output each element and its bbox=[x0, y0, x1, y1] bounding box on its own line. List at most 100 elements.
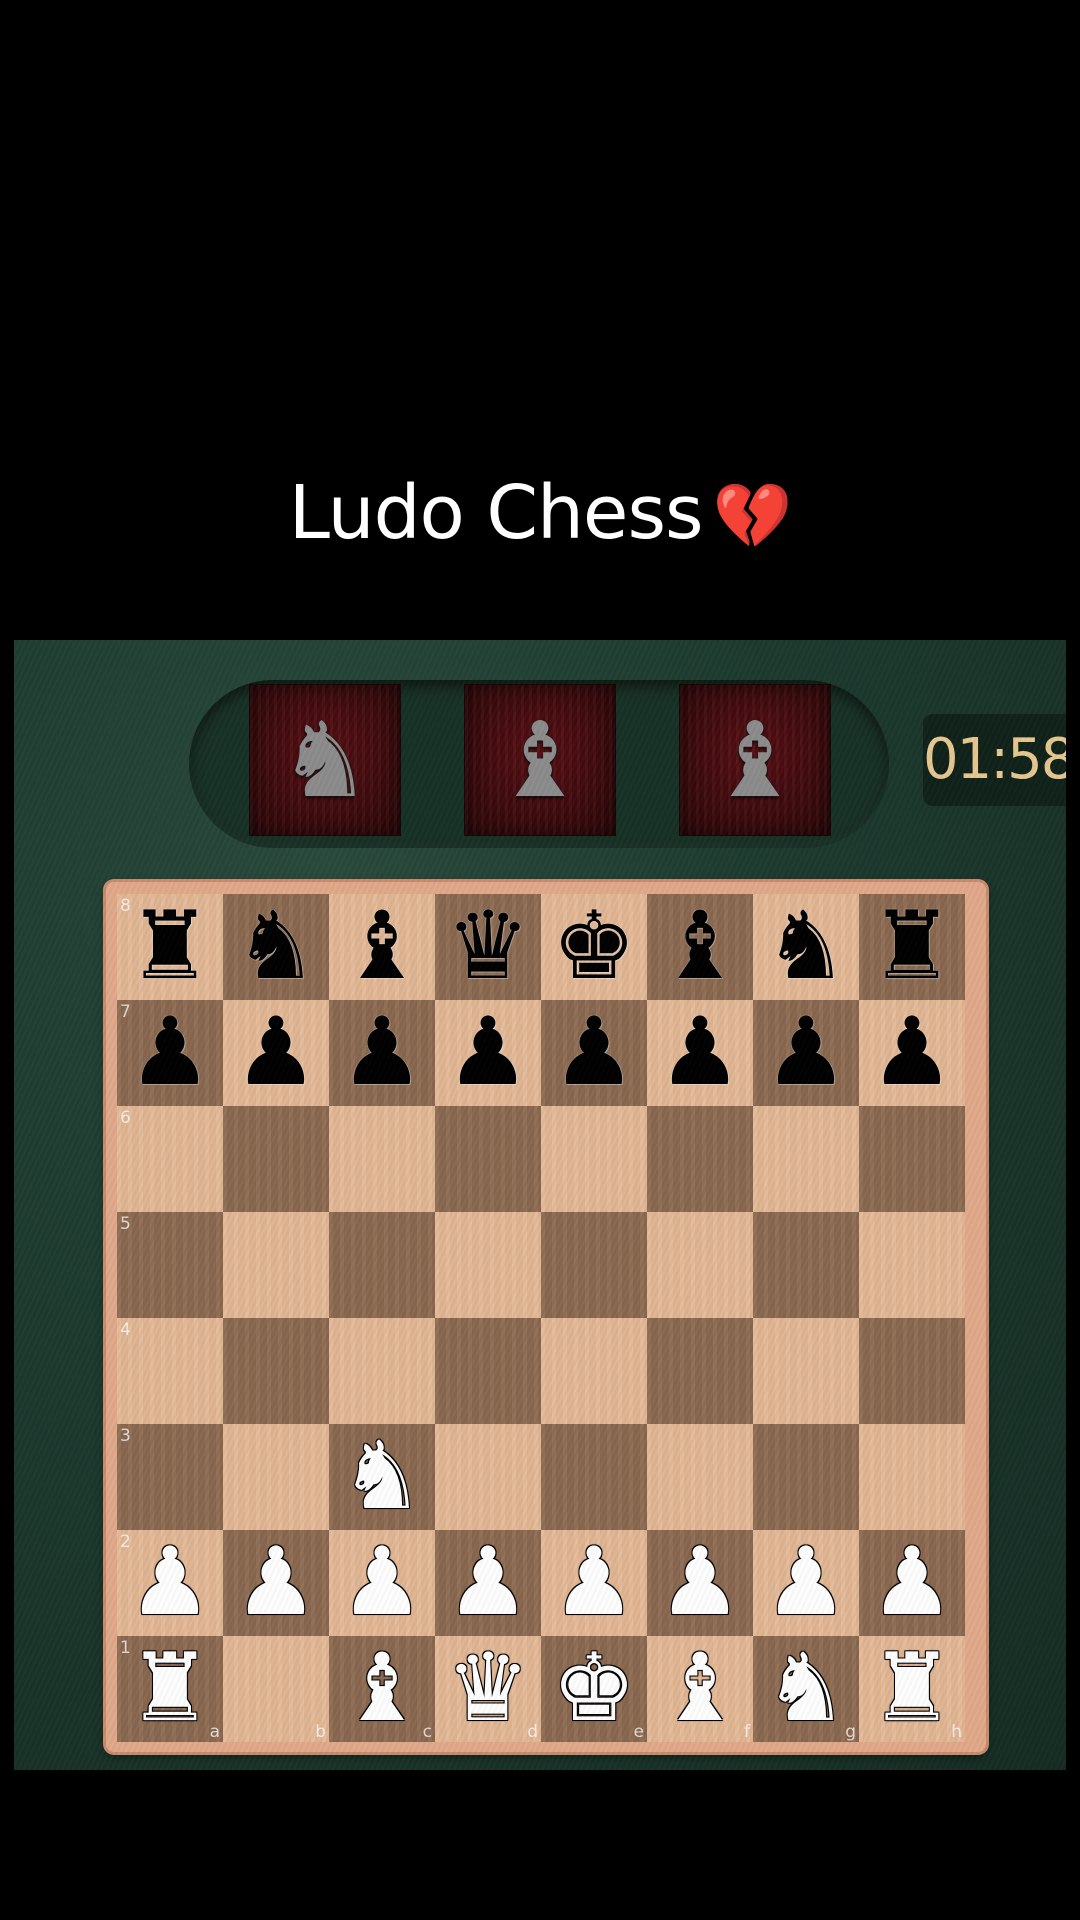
white-pawn-icon[interactable]: ♟ bbox=[234, 1536, 318, 1630]
white-bishop-icon[interactable]: ♝ bbox=[658, 1642, 742, 1736]
square-d2[interactable]: ♟ bbox=[435, 1530, 541, 1636]
square-h1[interactable]: h ♜ bbox=[859, 1636, 965, 1742]
square-d5[interactable] bbox=[435, 1212, 541, 1318]
dice-card-knight[interactable]: ♞ bbox=[250, 685, 400, 835]
square-b4[interactable] bbox=[223, 1318, 329, 1424]
square-c2[interactable]: ♟ bbox=[329, 1530, 435, 1636]
square-a5[interactable]: 5 bbox=[117, 1212, 223, 1318]
square-f6[interactable] bbox=[647, 1106, 753, 1212]
square-g2[interactable]: ♟ bbox=[753, 1530, 859, 1636]
square-a7[interactable]: 7 ♟ bbox=[117, 1000, 223, 1106]
square-b3[interactable] bbox=[223, 1424, 329, 1530]
black-pawn-icon[interactable]: ♟ bbox=[340, 1006, 424, 1100]
square-g4[interactable] bbox=[753, 1318, 859, 1424]
white-rook-icon[interactable]: ♜ bbox=[128, 1642, 212, 1736]
square-h4[interactable] bbox=[859, 1318, 965, 1424]
square-a4[interactable]: 4 bbox=[117, 1318, 223, 1424]
square-a3[interactable]: 3 bbox=[117, 1424, 223, 1530]
square-f2[interactable]: ♟ bbox=[647, 1530, 753, 1636]
square-g3[interactable] bbox=[753, 1424, 859, 1530]
square-e1[interactable]: e ♚ bbox=[541, 1636, 647, 1742]
white-pawn-icon[interactable]: ♟ bbox=[552, 1536, 636, 1630]
square-e7[interactable]: ♟ bbox=[541, 1000, 647, 1106]
square-a2[interactable]: 2 ♟ bbox=[117, 1530, 223, 1636]
square-b8[interactable]: ♞ bbox=[223, 894, 329, 1000]
square-b5[interactable] bbox=[223, 1212, 329, 1318]
black-pawn-icon[interactable]: ♟ bbox=[764, 1006, 848, 1100]
square-d3[interactable] bbox=[435, 1424, 541, 1530]
square-e3[interactable] bbox=[541, 1424, 647, 1530]
dice-card-bishop[interactable]: ♝ bbox=[680, 685, 830, 835]
square-e5[interactable] bbox=[541, 1212, 647, 1318]
square-a1[interactable]: 1 a ♜ bbox=[117, 1636, 223, 1742]
square-c3[interactable]: ♞ bbox=[329, 1424, 435, 1530]
black-rook-icon[interactable]: ♜ bbox=[870, 900, 954, 994]
square-d7[interactable]: ♟ bbox=[435, 1000, 541, 1106]
black-rook-icon[interactable]: ♜ bbox=[128, 900, 212, 994]
square-g6[interactable] bbox=[753, 1106, 859, 1212]
square-g7[interactable]: ♟ bbox=[753, 1000, 859, 1106]
white-pawn-icon[interactable]: ♟ bbox=[128, 1536, 212, 1630]
square-d1[interactable]: d ♛ bbox=[435, 1636, 541, 1742]
square-g1[interactable]: g ♞ bbox=[753, 1636, 859, 1742]
square-h3[interactable] bbox=[859, 1424, 965, 1530]
white-bishop-icon[interactable]: ♝ bbox=[340, 1642, 424, 1736]
square-h8[interactable]: ♜ bbox=[859, 894, 965, 1000]
white-pawn-icon[interactable]: ♟ bbox=[340, 1536, 424, 1630]
square-a6[interactable]: 6 bbox=[117, 1106, 223, 1212]
square-h7[interactable]: ♟ bbox=[859, 1000, 965, 1106]
square-d4[interactable] bbox=[435, 1318, 541, 1424]
black-knight-icon[interactable]: ♞ bbox=[234, 900, 318, 994]
black-pawn-icon[interactable]: ♟ bbox=[870, 1006, 954, 1100]
square-h5[interactable] bbox=[859, 1212, 965, 1318]
white-pawn-icon[interactable]: ♟ bbox=[658, 1536, 742, 1630]
square-b1[interactable]: b bbox=[223, 1636, 329, 1742]
square-e4[interactable] bbox=[541, 1318, 647, 1424]
square-d8[interactable]: ♛ bbox=[435, 894, 541, 1000]
black-pawn-icon[interactable]: ♟ bbox=[128, 1006, 212, 1100]
black-queen-icon[interactable]: ♛ bbox=[446, 900, 530, 994]
square-c6[interactable] bbox=[329, 1106, 435, 1212]
white-pawn-icon[interactable]: ♟ bbox=[446, 1536, 530, 1630]
white-king-icon[interactable]: ♚ bbox=[552, 1642, 636, 1736]
square-c8[interactable]: ♝ bbox=[329, 894, 435, 1000]
square-h6[interactable] bbox=[859, 1106, 965, 1212]
white-knight-icon[interactable]: ♞ bbox=[764, 1642, 848, 1736]
dice-card-bishop[interactable]: ♝ bbox=[465, 685, 615, 835]
square-e6[interactable] bbox=[541, 1106, 647, 1212]
black-knight-icon[interactable]: ♞ bbox=[764, 900, 848, 994]
square-d6[interactable] bbox=[435, 1106, 541, 1212]
square-e8[interactable]: ♚ bbox=[541, 894, 647, 1000]
black-pawn-icon[interactable]: ♟ bbox=[446, 1006, 530, 1100]
square-c1[interactable]: c ♝ bbox=[329, 1636, 435, 1742]
square-b2[interactable]: ♟ bbox=[223, 1530, 329, 1636]
black-pawn-icon[interactable]: ♟ bbox=[658, 1006, 742, 1100]
black-pawn-icon[interactable]: ♟ bbox=[552, 1006, 636, 1100]
square-h2[interactable]: ♟ bbox=[859, 1530, 965, 1636]
square-c7[interactable]: ♟ bbox=[329, 1000, 435, 1106]
square-f7[interactable]: ♟ bbox=[647, 1000, 753, 1106]
square-e2[interactable]: ♟ bbox=[541, 1530, 647, 1636]
square-f4[interactable] bbox=[647, 1318, 753, 1424]
black-bishop-icon[interactable]: ♝ bbox=[340, 900, 424, 994]
white-knight-icon[interactable]: ♞ bbox=[340, 1430, 424, 1524]
white-pawn-icon[interactable]: ♟ bbox=[870, 1536, 954, 1630]
square-c4[interactable] bbox=[329, 1318, 435, 1424]
square-a8[interactable]: 8 ♜ bbox=[117, 894, 223, 1000]
square-g5[interactable] bbox=[753, 1212, 859, 1318]
white-pawn-icon[interactable]: ♟ bbox=[764, 1536, 848, 1630]
square-f3[interactable] bbox=[647, 1424, 753, 1530]
black-pawn-icon[interactable]: ♟ bbox=[234, 1006, 318, 1100]
square-b6[interactable] bbox=[223, 1106, 329, 1212]
white-queen-icon[interactable]: ♛ bbox=[446, 1642, 530, 1736]
black-bishop-icon[interactable]: ♝ bbox=[658, 900, 742, 994]
square-c5[interactable] bbox=[329, 1212, 435, 1318]
square-g8[interactable]: ♞ bbox=[753, 894, 859, 1000]
square-b7[interactable]: ♟ bbox=[223, 1000, 329, 1106]
square-f1[interactable]: f ♝ bbox=[647, 1636, 753, 1742]
white-rook-icon[interactable]: ♜ bbox=[870, 1642, 954, 1736]
black-king-icon[interactable]: ♚ bbox=[552, 900, 636, 994]
square-f8[interactable]: ♝ bbox=[647, 894, 753, 1000]
square-f5[interactable] bbox=[647, 1212, 753, 1318]
file-label: f bbox=[744, 1722, 750, 1742]
